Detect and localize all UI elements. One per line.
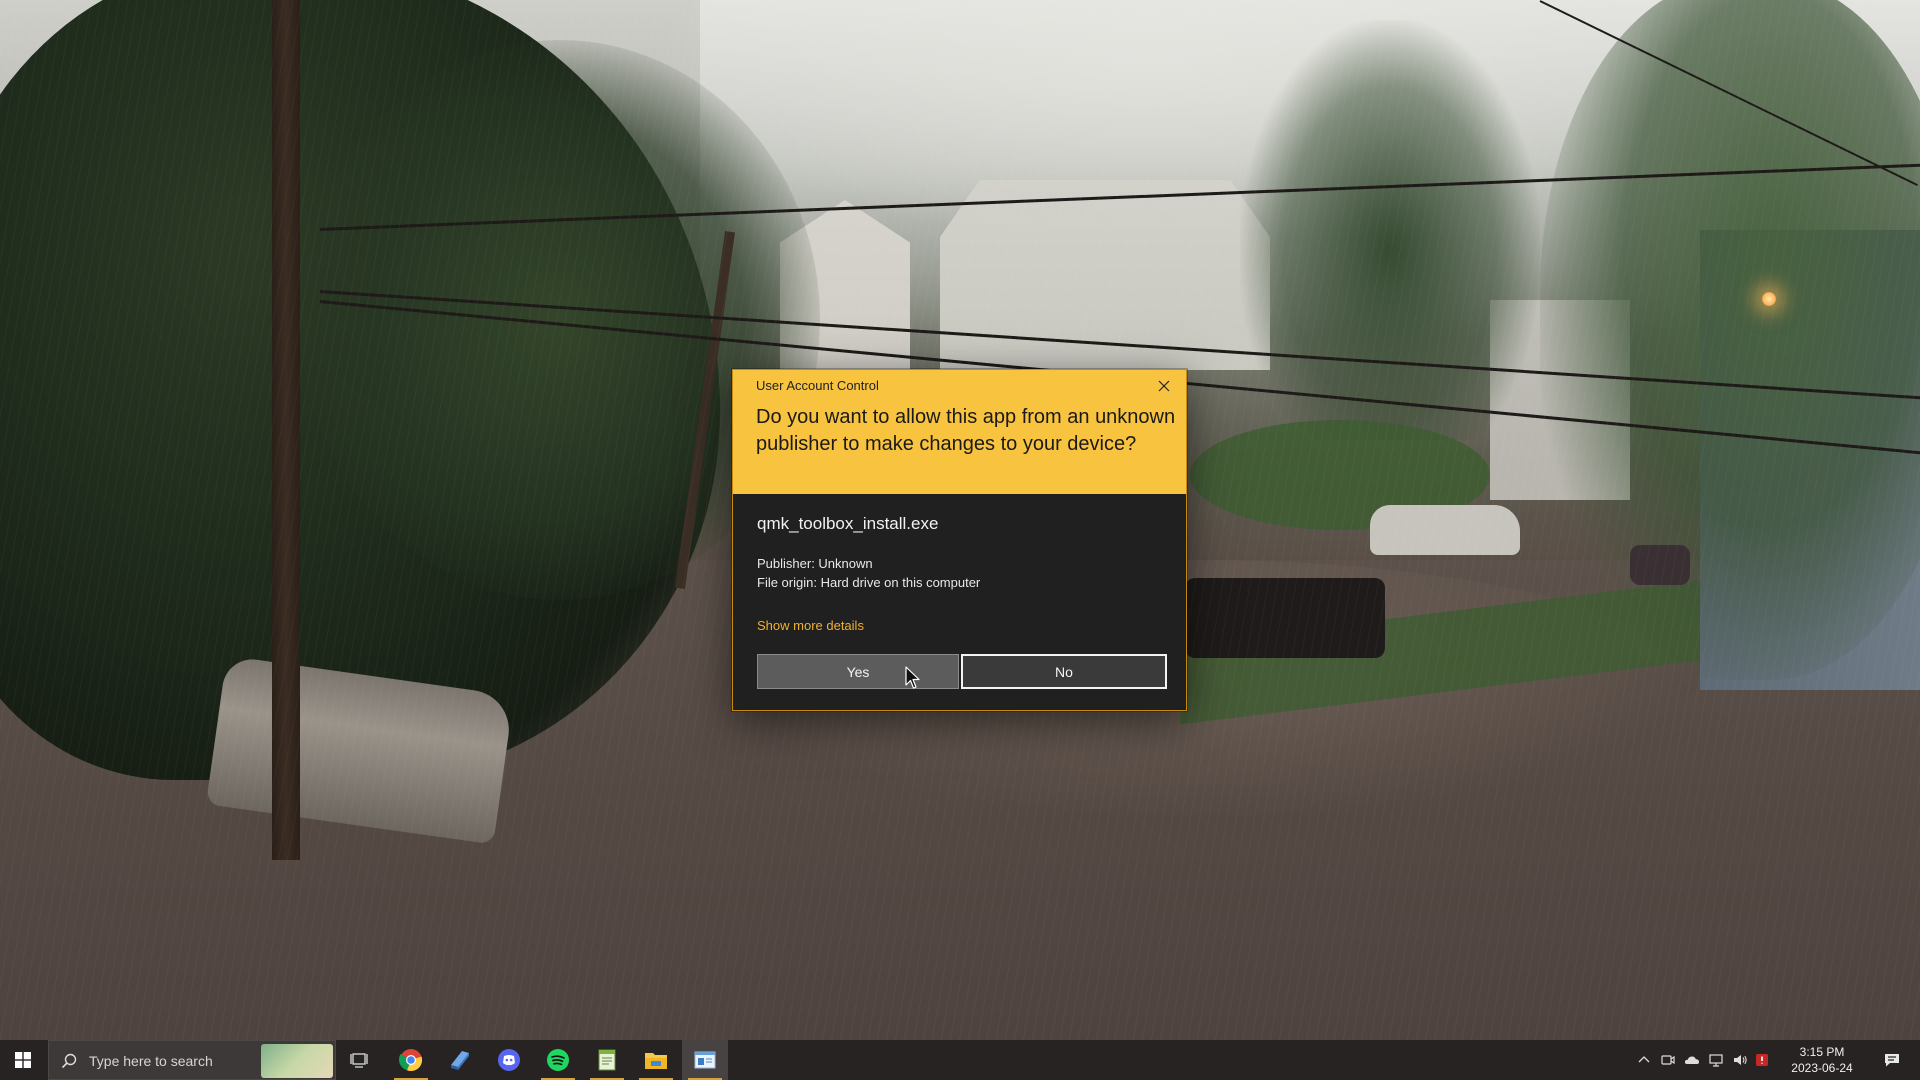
- volume-icon[interactable]: [1732, 1052, 1748, 1068]
- no-button[interactable]: No: [961, 654, 1167, 689]
- taskbar-app[interactable]: [437, 1040, 483, 1080]
- publisher-text: Publisher: Unknown: [757, 556, 873, 571]
- task-view-button[interactable]: [336, 1040, 382, 1080]
- start-button[interactable]: [0, 1040, 46, 1080]
- file-explorer-icon: [645, 1053, 667, 1069]
- taskbar-installer[interactable]: [682, 1040, 728, 1080]
- taskbar-spotify[interactable]: [535, 1040, 581, 1080]
- close-button[interactable]: [1152, 376, 1176, 396]
- chevron-up-icon[interactable]: [1636, 1052, 1652, 1068]
- search-icon: [61, 1053, 77, 1069]
- spotify-icon: [547, 1049, 569, 1071]
- mouse-cursor-icon: [905, 666, 920, 689]
- installer-icon: [694, 1051, 716, 1069]
- uac-dialog: User Account Control Do you want to allo…: [732, 369, 1187, 711]
- show-more-details-link[interactable]: Show more details: [757, 618, 864, 633]
- search-placeholder: Type here to search: [89, 1053, 213, 1069]
- yes-button[interactable]: Yes: [757, 654, 959, 689]
- clock-date: 2023-06-24: [1791, 1061, 1853, 1075]
- system-tray: 3:15 PM 2023-06-24: [1630, 1040, 1920, 1080]
- discord-icon: [498, 1049, 520, 1071]
- windows-logo-icon: [15, 1052, 31, 1068]
- clock[interactable]: 3:15 PM 2023-06-24: [1782, 1044, 1862, 1076]
- app-icon: [451, 1051, 469, 1070]
- chrome-icon: [399, 1049, 423, 1071]
- uac-header: User Account Control Do you want to allo…: [733, 370, 1186, 494]
- taskbar: Type here to search 3:15 PM 2023-06-24: [0, 1040, 1920, 1080]
- notification-icon: [1885, 1054, 1899, 1067]
- action-center-button[interactable]: [1874, 1040, 1910, 1080]
- onedrive-icon[interactable]: [1684, 1052, 1700, 1068]
- taskbar-chrome[interactable]: [388, 1040, 434, 1080]
- close-icon: [1158, 380, 1170, 392]
- clock-time: 3:15 PM: [1799, 1045, 1845, 1059]
- network-icon[interactable]: [1708, 1052, 1724, 1068]
- taskbar-notepad[interactable]: [584, 1040, 630, 1080]
- uac-question: Do you want to allow this app from an un…: [756, 406, 1176, 455]
- taskbar-discord[interactable]: [486, 1040, 532, 1080]
- notepad-icon: [598, 1049, 616, 1071]
- task-view-icon: [350, 1053, 368, 1068]
- search-highlight-image[interactable]: [261, 1044, 333, 1078]
- taskbar-file-explorer[interactable]: [633, 1040, 679, 1080]
- meet-now-icon[interactable]: [1660, 1052, 1676, 1068]
- file-origin-text: File origin: Hard drive on this computer: [757, 575, 981, 590]
- app-name: qmk_toolbox_install.exe: [757, 514, 939, 533]
- uac-body: qmk_toolbox_install.exe Publisher: Unkno…: [733, 494, 1186, 710]
- dialog-title: User Account Control: [756, 378, 879, 393]
- search-box[interactable]: Type here to search: [48, 1040, 336, 1080]
- security-alert-icon[interactable]: [1754, 1052, 1770, 1068]
